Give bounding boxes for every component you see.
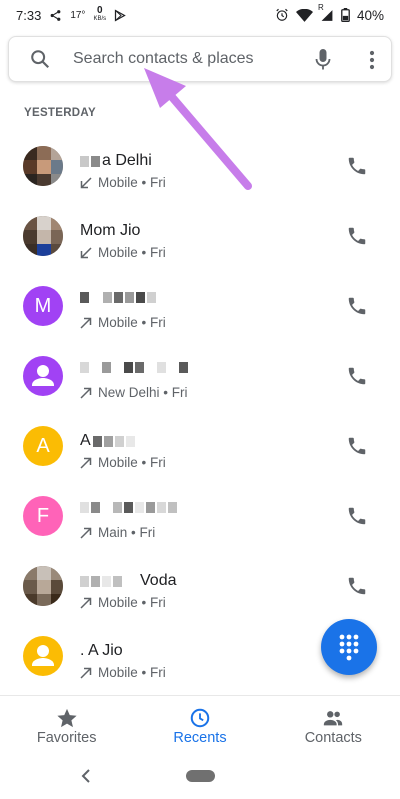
dialpad-button[interactable] (321, 619, 377, 675)
call-detail-text: New Delhi • Fri (98, 385, 188, 400)
call-detail: Main • Fri (80, 525, 155, 540)
people-icon (324, 711, 343, 726)
star-icon (57, 708, 77, 728)
play-store-icon (114, 8, 126, 22)
dialpad-icon (339, 634, 359, 661)
incoming-call-icon (80, 246, 92, 258)
person-icon (32, 645, 54, 666)
phone-icon[interactable] (346, 295, 368, 317)
wifi-icon (295, 8, 313, 22)
call-detail-text: Main • Fri (98, 525, 156, 540)
contact-name-pixelated (80, 292, 156, 303)
outgoing-call-icon (80, 667, 92, 679)
annotation-arrow (144, 68, 252, 190)
person-avatar[interactable] (23, 356, 63, 396)
call-list: a Delhi Mobile • Fri Mom Jio Mobile • Fr… (0, 131, 400, 691)
data-speed: 0 KB/s (93, 6, 106, 24)
data-speed-unit: KB/s (93, 16, 107, 22)
phone-icon[interactable] (346, 155, 368, 177)
clock-icon (190, 708, 210, 728)
incoming-call-icon (80, 176, 92, 188)
contact-name: Mom Jio (80, 222, 141, 239)
call-detail: Mobile • Fri (80, 315, 166, 330)
person-avatar[interactable] (23, 636, 63, 676)
call-log-row[interactable]: Voda Mobile • Fri (0, 551, 400, 621)
outgoing-call-icon (80, 597, 92, 609)
phone-icon[interactable] (346, 225, 368, 247)
share-icon (49, 9, 62, 22)
call-detail: Mobile • Fri (80, 595, 166, 610)
phone-icon[interactable] (346, 505, 368, 527)
contact-name-pixelated (80, 362, 188, 373)
status-time: 7:33 (16, 7, 42, 23)
outgoing-call-icon (80, 317, 92, 329)
call-detail-text: Mobile • Fri (98, 665, 166, 680)
call-detail-text: Mobile • Fri (98, 595, 166, 610)
tab-recents-label: Recents (173, 730, 227, 746)
tab-favorites[interactable]: Favorites (0, 696, 133, 758)
phone-icon[interactable] (346, 435, 368, 457)
contact-letter-avatar[interactable]: M (23, 286, 63, 326)
status-temperature: 17° (70, 9, 86, 21)
call-log-row[interactable]: M Mobile • Fri (0, 271, 400, 341)
data-speed-value: 0 (96, 5, 103, 16)
system-navigation-bar (0, 757, 400, 799)
contact-name: A (80, 432, 135, 450)
call-detail: Mobile • Fri (80, 245, 166, 260)
search-icon[interactable] (29, 48, 51, 70)
phone-icon[interactable] (346, 575, 368, 597)
back-chevron-icon[interactable] (80, 769, 92, 783)
outgoing-call-icon (80, 457, 92, 469)
contact-name-text: A (80, 432, 91, 449)
outgoing-call-icon (80, 387, 92, 399)
contact-photo-avatar[interactable] (23, 216, 63, 256)
call-detail: New Delhi • Fri (80, 385, 188, 400)
contact-name: . A Jio (80, 642, 123, 659)
battery-icon (341, 8, 350, 22)
contact-name: Voda (80, 572, 176, 590)
call-detail: Mobile • Fri (80, 665, 166, 680)
tab-recents[interactable]: Recents (133, 696, 266, 758)
section-header: YESTERDAY (24, 107, 96, 119)
tab-contacts-label: Contacts (304, 730, 362, 746)
outgoing-call-icon (80, 527, 92, 539)
contact-letter-avatar[interactable]: A (23, 426, 63, 466)
status-bar: 7:33 17° 0 KB/s R 40% (0, 0, 400, 30)
more-vert-icon[interactable] (369, 49, 375, 76)
call-log-row[interactable]: A A Mobile • Fri (0, 411, 400, 481)
phone-icon[interactable] (346, 365, 368, 387)
contact-name-text: Voda (140, 572, 177, 589)
contact-letter-avatar[interactable]: F (23, 496, 63, 536)
call-detail-text: Mobile • Fri (98, 245, 166, 260)
tab-favorites-label: Favorites (36, 730, 97, 746)
call-detail: Mobile • Fri (80, 455, 166, 470)
person-icon (32, 365, 54, 386)
contact-name-pixelated (80, 502, 177, 513)
bottom-navigation: Favorites Recents Contacts (0, 695, 400, 758)
call-log-row[interactable]: Mom Jio Mobile • Fri (0, 201, 400, 271)
contact-photo-avatar[interactable] (23, 146, 63, 186)
microphone-icon[interactable] (315, 49, 331, 76)
search-input[interactable] (71, 49, 295, 69)
alarm-icon (275, 8, 289, 22)
call-log-row[interactable]: New Delhi • Fri (0, 341, 400, 411)
contact-photo-avatar[interactable] (23, 566, 63, 606)
call-log-row[interactable]: F Main • Fri (0, 481, 400, 551)
home-pill[interactable] (186, 770, 215, 782)
call-detail-text: Mobile • Fri (98, 315, 166, 330)
battery-percent: 40% (356, 7, 384, 23)
call-detail-text: Mobile • Fri (98, 455, 166, 470)
signal-icon: R (318, 3, 334, 22)
roaming-badge: R (317, 2, 324, 12)
tab-contacts[interactable]: Contacts (267, 696, 400, 758)
